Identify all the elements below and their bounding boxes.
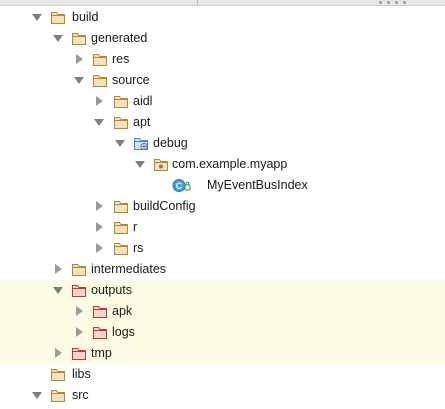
top-toolbar-edge — [0, 0, 445, 6]
folder-icon — [72, 33, 86, 45]
collapse-arrow-icon[interactable] — [73, 326, 85, 338]
toolbar-dot-icon — [387, 1, 390, 4]
tree-label-outputs: outputs — [91, 283, 133, 297]
tree-label-res: res — [112, 52, 130, 66]
tree-row-generated[interactable]: generated — [0, 28, 445, 49]
tree-label-r: r — [133, 220, 138, 234]
expand-arrow-icon[interactable] — [134, 158, 146, 170]
folder-icon — [114, 243, 128, 255]
tree-row-rs[interactable]: rs — [0, 238, 445, 259]
tree-row-package[interactable]: com.example.myapp — [0, 154, 445, 175]
tree-label-aidl: aidl — [133, 94, 153, 108]
tree-label-apt: apt — [133, 115, 151, 129]
excluded-folder-icon — [72, 285, 86, 297]
tree-label-source: source — [112, 73, 150, 87]
folder-icon — [51, 390, 65, 402]
collapse-arrow-icon[interactable] — [52, 263, 64, 275]
tree-label-tmp: tmp — [91, 346, 112, 360]
tree-row-apk[interactable]: apk — [0, 301, 445, 322]
toolbar-dot-icon — [379, 1, 382, 4]
folder-icon — [51, 369, 65, 381]
tree-row-apt[interactable]: apt — [0, 112, 445, 133]
toolbar-dot-icon — [403, 1, 406, 4]
folder-icon — [114, 222, 128, 234]
tree-row-debug[interactable]: debug — [0, 133, 445, 154]
tree-label-logs: logs — [112, 325, 135, 339]
tree-row-source[interactable]: source — [0, 70, 445, 91]
folder-icon — [51, 12, 65, 24]
expand-arrow-icon[interactable] — [93, 116, 105, 128]
tree-label-build: build — [72, 10, 99, 24]
tree-label-libs: libs — [72, 367, 91, 381]
generated-source-folder-icon — [134, 138, 148, 150]
expand-arrow-icon[interactable] — [52, 284, 64, 296]
toolbar-separator — [197, 0, 198, 5]
collapse-arrow-icon[interactable] — [93, 242, 105, 254]
tree-row-class-file[interactable]: C MyEventBusIndex — [0, 175, 445, 196]
tree-label-buildConfig: buildConfig — [133, 199, 196, 213]
toolbar-dot-icon — [395, 1, 398, 4]
tree-row-outputs[interactable]: outputs — [0, 280, 445, 301]
tree-label-generated: generated — [91, 31, 148, 45]
collapse-arrow-icon[interactable] — [93, 95, 105, 107]
folder-icon — [93, 54, 107, 66]
tree-row-build[interactable]: build — [0, 7, 445, 28]
folder-icon — [114, 117, 128, 129]
svg-text:C: C — [176, 181, 183, 191]
folder-icon — [93, 75, 107, 87]
expand-arrow-icon[interactable] — [31, 11, 43, 23]
expand-arrow-icon[interactable] — [73, 74, 85, 86]
tree-row-res[interactable]: res — [0, 49, 445, 70]
expand-arrow-icon[interactable] — [52, 32, 64, 44]
tree-row-tmp[interactable]: tmp — [0, 343, 445, 364]
tree-row-aidl[interactable]: aidl — [0, 91, 445, 112]
tree-row-r[interactable]: r — [0, 217, 445, 238]
tree-row-src[interactable]: src — [0, 385, 445, 406]
excluded-folder-icon — [72, 348, 86, 360]
collapse-arrow-icon[interactable] — [52, 347, 64, 359]
tree-row-libs[interactable]: libs — [0, 364, 445, 385]
expand-arrow-icon[interactable] — [114, 137, 126, 149]
tree-row-logs[interactable]: logs — [0, 322, 445, 343]
collapse-arrow-icon[interactable] — [93, 221, 105, 233]
collapse-arrow-icon[interactable] — [73, 305, 85, 317]
tree-label-debug: debug — [153, 136, 188, 150]
folder-icon — [72, 264, 86, 276]
tree-label-intermediates: intermediates — [91, 262, 167, 276]
expand-arrow-icon[interactable] — [31, 389, 43, 401]
package-folder-icon — [154, 159, 168, 171]
folder-icon — [114, 96, 128, 108]
collapse-arrow-icon[interactable] — [73, 53, 85, 65]
tree-label-apk: apk — [112, 304, 133, 318]
tree-row-buildConfig[interactable]: buildConfig — [0, 196, 445, 217]
excluded-folder-icon — [93, 306, 107, 318]
tree-label-package: com.example.myapp — [172, 157, 288, 171]
collapse-arrow-icon[interactable] — [93, 200, 105, 212]
tree-label-class-file: MyEventBusIndex — [207, 178, 308, 192]
tree-label-rs: rs — [133, 241, 144, 255]
excluded-folder-icon — [93, 327, 107, 339]
tree-row-intermediates[interactable]: intermediates — [0, 259, 445, 280]
folder-icon — [114, 201, 128, 213]
java-class-icon: C — [172, 179, 191, 192]
tree-label-src: src — [72, 388, 89, 402]
